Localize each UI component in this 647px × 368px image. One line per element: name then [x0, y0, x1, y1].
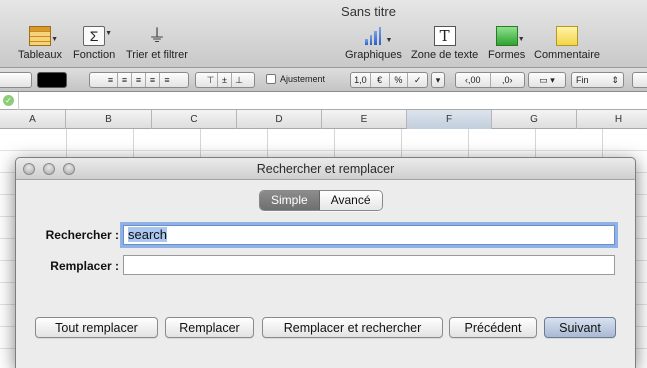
wrap-checkbox-box[interactable] [266, 74, 276, 84]
align-center-icon[interactable]: ≡ [118, 73, 132, 87]
toolbar-charts-label: Graphiques [345, 49, 402, 61]
align-left-icon[interactable]: ≡ [104, 73, 118, 87]
format-overflow-button[interactable] [632, 72, 647, 88]
number-format-percent[interactable]: % [390, 73, 409, 87]
column-header-c[interactable]: C [152, 110, 237, 129]
toolbar-text-box-button[interactable]: T Zone de texte [411, 26, 478, 66]
text-box-icon: T [433, 26, 456, 46]
number-format-buttons[interactable]: 1,0 € % ✓ [350, 72, 428, 88]
column-header-e[interactable]: E [322, 110, 407, 129]
dialog-title: Rechercher et remplacer [256, 162, 395, 176]
tab-advanced[interactable]: Avancé [319, 191, 382, 210]
toolbar-charts-button[interactable]: ▼ Graphiques [345, 26, 402, 66]
align-justify-icon[interactable]: ≡ [146, 73, 160, 87]
line-end-label: Fin [576, 75, 589, 85]
app-window: Sans titre ▼ Tableaux Σ ▼ Fonction ⏚ Trie… [0, 0, 647, 368]
replace-field[interactable] [123, 255, 615, 275]
find-field-value: search [128, 227, 168, 242]
window-title: Sans titre [341, 4, 396, 19]
toolbar-comment-label: Commentaire [534, 49, 601, 61]
column-header-f[interactable]: F [407, 110, 492, 129]
decimal-decrease-button[interactable]: ‹,00 [456, 73, 491, 87]
replace-all-button[interactable]: Tout remplacer [35, 317, 158, 338]
filter-icon: ⏚ [147, 26, 166, 46]
column-header-d[interactable]: D [237, 110, 322, 129]
column-header-b[interactable]: B [66, 110, 152, 129]
toolbar-function-label: Fonction [73, 49, 116, 61]
align-top-icon[interactable]: ⊤ [204, 73, 218, 87]
number-format-currency[interactable]: € [371, 73, 390, 87]
number-format-decimal[interactable]: 1,0 [351, 73, 371, 87]
toolbar-function-button[interactable]: Σ ▼ Fonction [73, 26, 115, 66]
column-header-g[interactable]: G [492, 110, 577, 129]
replace-and-find-button[interactable]: Remplacer et rechercher [262, 317, 443, 338]
wrap-label: Ajustement [280, 74, 326, 84]
decimal-increase-button[interactable]: ,0› [491, 73, 525, 87]
toolbar-text-box-label: Zone de texte [411, 49, 479, 61]
formula-divider [18, 92, 19, 110]
find-replace-dialog: Rechercher et remplacer Simple Avancé Re… [15, 157, 636, 368]
toolbar-sort-filter-button[interactable]: ⏚ Trier et filtrer [126, 26, 188, 66]
replace-label: Remplacer : [50, 259, 119, 273]
align-right-icon[interactable]: ≡ [132, 73, 146, 87]
toolbar-tables-button[interactable]: ▼ Tableaux [18, 26, 62, 66]
toolbar-sort-filter-label: Trier et filtrer [126, 49, 188, 61]
mode-tabs: Simple Avancé [259, 190, 383, 211]
replace-button[interactable]: Remplacer [165, 317, 254, 338]
table-icon: ▼ [29, 26, 58, 46]
tab-simple[interactable]: Simple [260, 191, 320, 210]
accept-check-icon[interactable]: ✓ [3, 95, 14, 106]
popup-arrows-icon: ⇕ [611, 74, 619, 85]
dialog-titlebar: Rechercher et remplacer [16, 158, 635, 180]
align-middle-icon[interactable]: ± [218, 73, 232, 87]
align-bottom-icon[interactable]: ⊥ [232, 73, 246, 87]
chart-icon: ▼ [362, 26, 392, 46]
text-align-buttons[interactable]: ≡ ≡ ≡ ≡ ≡ [89, 72, 189, 88]
sigma-icon: Σ ▼ [83, 26, 112, 46]
shapes-icon: ▼ [495, 26, 525, 46]
previous-button[interactable]: Précédent [449, 317, 537, 338]
vertical-align-buttons[interactable]: ⊤ ± ⊥ [195, 72, 255, 88]
find-field[interactable]: search [123, 225, 615, 245]
find-label: Rechercher : [45, 228, 119, 242]
wrap-checkbox[interactable]: Ajustement [266, 74, 325, 84]
format-bar: ≡ ≡ ≡ ≡ ≡ ⊤ ± ⊥ Ajustement 1,0 € % ✓ ▾ ‹… [0, 68, 647, 92]
toolbar-tables-label: Tableaux [18, 49, 63, 61]
toolbar-shapes-button[interactable]: ▼ Formes [488, 26, 525, 66]
next-button[interactable]: Suivant [544, 317, 616, 338]
toolbar-comment-button[interactable]: Commentaire [534, 26, 600, 66]
border-style-popup[interactable]: ▭ ▾ [528, 72, 566, 88]
toolbar-shapes-label: Formes [488, 49, 526, 61]
column-header-a[interactable]: A [0, 110, 66, 129]
font-size-field[interactable] [0, 72, 32, 88]
number-format-menu[interactable]: ▾ [431, 72, 445, 88]
text-color-well[interactable] [37, 72, 67, 88]
align-auto-icon[interactable]: ≡ [160, 73, 174, 87]
decimal-buttons[interactable]: ‹,00 ,0› [455, 72, 525, 88]
column-header-h[interactable]: H [577, 110, 647, 129]
number-format-checkbox[interactable]: ✓ [408, 73, 427, 87]
window-titlebar: Sans titre ▼ Tableaux Σ ▼ Fonction ⏚ Trie… [0, 0, 647, 68]
comment-icon [556, 26, 579, 46]
line-end-popup[interactable]: Fin ⇕ [571, 72, 624, 88]
column-headers: A B C D E F G H [0, 110, 647, 129]
formula-bar[interactable]: ✓ [0, 92, 647, 110]
